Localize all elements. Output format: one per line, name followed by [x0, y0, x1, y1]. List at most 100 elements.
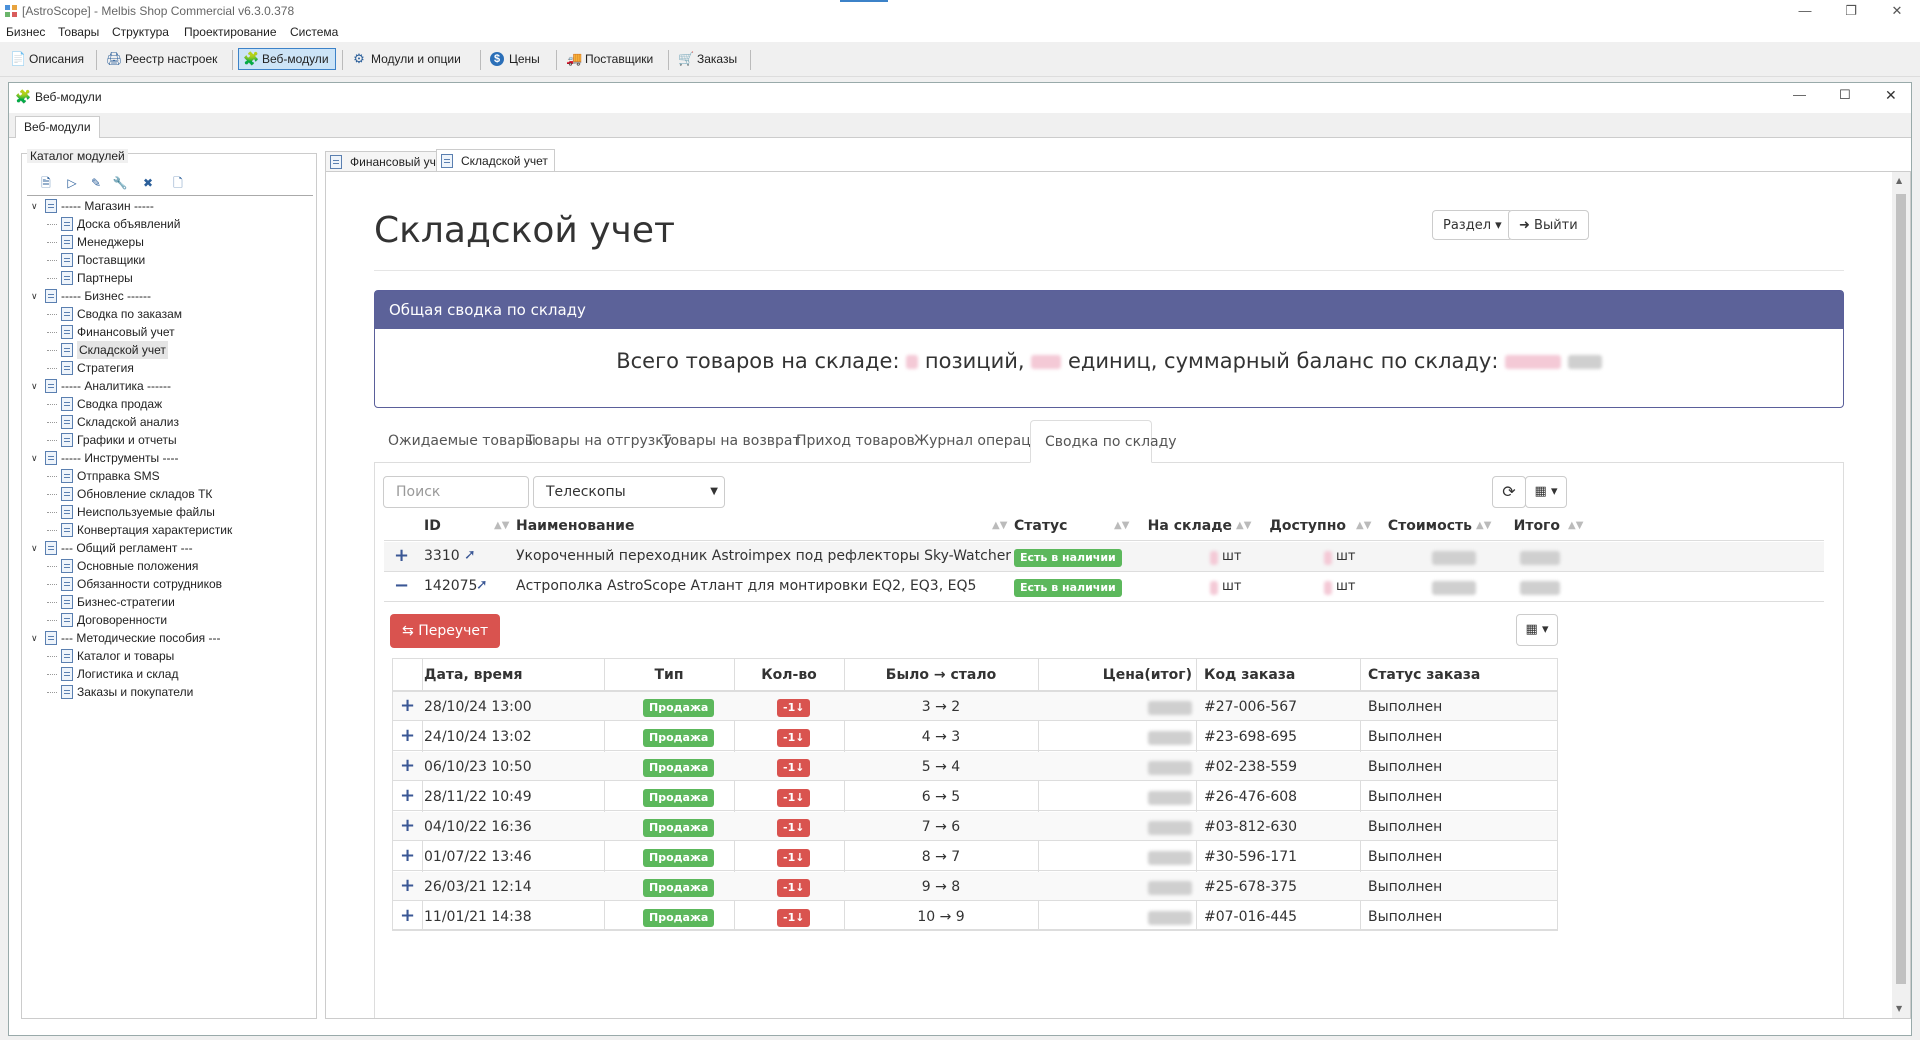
expand-row-icon[interactable]: +	[394, 545, 409, 566]
expand-icon[interactable]: ∨	[31, 539, 41, 557]
tree-item[interactable]: Неиспользуемые файлы	[47, 503, 215, 521]
col-header[interactable]: Стоимость	[1366, 518, 1472, 534]
tab-1[interactable]: Товары на отгрузку	[512, 420, 672, 462]
tree-group[interactable]: ∨ ----- Бизнес ------	[31, 287, 151, 305]
minimize-icon[interactable]: —	[1793, 87, 1806, 102]
sort-icon[interactable]: ▲▼	[992, 520, 1007, 531]
tree-item[interactable]: Поставщики	[47, 251, 145, 269]
menu-design[interactable]: Проектирование	[184, 25, 277, 39]
restore-icon[interactable]: ❐	[1828, 0, 1874, 22]
tab-5[interactable]: Сводка по складу	[1030, 420, 1177, 463]
refresh-button[interactable]: ⟳	[1492, 476, 1526, 508]
sort-icon[interactable]: ▲▼	[1568, 520, 1583, 531]
expand-icon[interactable]: ∨	[31, 629, 41, 647]
tree-item[interactable]: Сводка продаж	[47, 395, 162, 413]
toolbar-webmodules-button[interactable]: 🧩 Веб-модули	[238, 48, 336, 70]
search-input[interactable]: Поиск	[383, 476, 529, 508]
expand-icon[interactable]: ∨	[31, 449, 41, 467]
tab-2[interactable]: Товары на возврат	[648, 420, 801, 462]
tree-item[interactable]: Заказы и покупатели	[47, 683, 193, 701]
tree-group[interactable]: ∨ --- Методические пособия ---	[31, 629, 220, 647]
add-module-icon[interactable]: 🗎	[37, 174, 55, 192]
tree-item[interactable]: Конвертация характеристик	[47, 521, 232, 539]
expand-icon[interactable]: ∨	[31, 377, 41, 395]
col-header[interactable]: На складе	[1146, 518, 1232, 534]
tree-group[interactable]: ∨ --- Общий регламент ---	[31, 539, 193, 557]
tree-group[interactable]: ∨ ----- Инструменты ----	[31, 449, 178, 467]
order-code[interactable]: #27-006-567	[1204, 699, 1297, 715]
menu-goods[interactable]: Товары	[58, 25, 99, 39]
close-icon[interactable]: ✕	[1885, 87, 1897, 104]
expand-row-icon[interactable]: +	[400, 725, 415, 746]
col-header[interactable]: Наименование	[516, 518, 996, 534]
tree-item[interactable]: Договоренности	[47, 611, 167, 629]
delete-module-icon[interactable]: ✖	[139, 174, 157, 192]
toolbar-suppliers-button[interactable]: 🚚 Поставщики	[562, 48, 659, 70]
menu-system[interactable]: Система	[290, 25, 338, 39]
product-name[interactable]: Укороченный переходник Astroimpex под ре…	[516, 548, 1011, 564]
tree-item[interactable]: Менеджеры	[47, 233, 144, 251]
open-link-icon[interactable]: ➚	[464, 547, 476, 563]
tree-group[interactable]: ∨ ----- Магазин -----	[31, 197, 154, 215]
menu-business[interactable]: Бизнес	[6, 25, 45, 39]
toolbar-prices-button[interactable]: $ Цены	[486, 48, 546, 70]
tree-item[interactable]: Доска объявлений	[47, 215, 180, 233]
tree-item[interactable]: Партнеры	[47, 269, 133, 287]
info-icon[interactable]: 🗋	[169, 174, 187, 192]
tree-item[interactable]: Складской анализ	[47, 413, 179, 431]
tree-item[interactable]: Складской учет	[47, 341, 168, 359]
tree-item[interactable]: Обновление складов ТК	[47, 485, 212, 503]
sort-icon[interactable]: ▲▼	[1114, 520, 1129, 531]
order-code[interactable]: #23-698-695	[1204, 729, 1297, 745]
scroll-thumb[interactable]	[1896, 194, 1906, 984]
doc-tab-warehouse[interactable]: Складской учет	[436, 149, 555, 173]
category-select[interactable]: Телескопы ▼	[533, 476, 725, 508]
product-name[interactable]: Астрополка AstroScope Атлант для монтиро…	[516, 578, 976, 594]
exit-button[interactable]: ➜ Выйти	[1508, 210, 1589, 240]
columns-button[interactable]: ▦ ▾	[1525, 476, 1567, 508]
tree-item[interactable]: Обязанности сотрудников	[47, 575, 222, 593]
expand-row-icon[interactable]: +	[400, 845, 415, 866]
tree-item[interactable]: Стратегия	[47, 359, 134, 377]
expand-row-icon[interactable]: +	[400, 905, 415, 926]
order-code[interactable]: #26-476-608	[1204, 789, 1297, 805]
expand-row-icon[interactable]: +	[400, 815, 415, 836]
expand-row-icon[interactable]: +	[400, 695, 415, 716]
tree-item[interactable]: Графики и отчеты	[47, 431, 177, 449]
tab-webmodules[interactable]: Веб-модули	[15, 116, 100, 138]
tab-4[interactable]: Журнал операций	[900, 420, 1049, 462]
tree-item[interactable]: Основные положения	[47, 557, 198, 575]
tree-item[interactable]: Бизнес-стратегии	[47, 593, 175, 611]
col-header[interactable]: Доступно	[1248, 518, 1346, 534]
vertical-scrollbar[interactable]: ▲ ▼	[1892, 172, 1910, 1018]
sort-icon[interactable]: ▲▼	[494, 520, 509, 531]
tree-group[interactable]: ∨ ----- Аналитика ------	[31, 377, 171, 395]
col-header[interactable]: Итого	[1486, 518, 1560, 534]
tab-0[interactable]: Ожидаемые товары	[374, 420, 536, 462]
minimize-icon[interactable]: —	[1782, 0, 1828, 22]
close-icon[interactable]: ✕	[1874, 0, 1920, 22]
maximize-icon[interactable]: ☐	[1839, 87, 1851, 103]
edit-module-icon[interactable]: ✎	[87, 174, 105, 192]
open-link-icon[interactable]: ➚	[476, 577, 488, 593]
toolbar-descriptions-button[interactable]: 📄 Описания	[6, 48, 90, 70]
tree-item[interactable]: Логистика и склад	[47, 665, 178, 683]
tab-3[interactable]: Приход товаров	[782, 420, 915, 462]
expand-row-icon[interactable]: +	[400, 785, 415, 806]
scroll-up-icon[interactable]: ▲	[1896, 176, 1902, 185]
menu-structure[interactable]: Структура	[112, 25, 169, 39]
tree-item[interactable]: Отправка SMS	[47, 467, 160, 485]
toolbar-orders-button[interactable]: 🛒 Заказы	[674, 48, 743, 70]
tree-item[interactable]: Сводка по заказам	[47, 305, 182, 323]
settings-icon[interactable]: 🔧	[111, 174, 129, 192]
detail-columns-button[interactable]: ▦ ▾	[1516, 614, 1558, 646]
scroll-down-icon[interactable]: ▼	[1896, 1004, 1902, 1013]
expand-icon[interactable]: ∨	[31, 287, 41, 305]
order-code[interactable]: #25-678-375	[1204, 879, 1297, 895]
order-code[interactable]: #02-238-559	[1204, 759, 1297, 775]
recount-button[interactable]: ⇆ Переучет	[390, 614, 501, 648]
toolbar-modules-button[interactable]: ⚙ Модули и опции	[348, 48, 467, 70]
order-code[interactable]: #07-016-445	[1204, 909, 1297, 925]
tree-item[interactable]: Финансовый учет	[47, 323, 175, 341]
tree-item[interactable]: Каталог и товары	[47, 647, 174, 665]
